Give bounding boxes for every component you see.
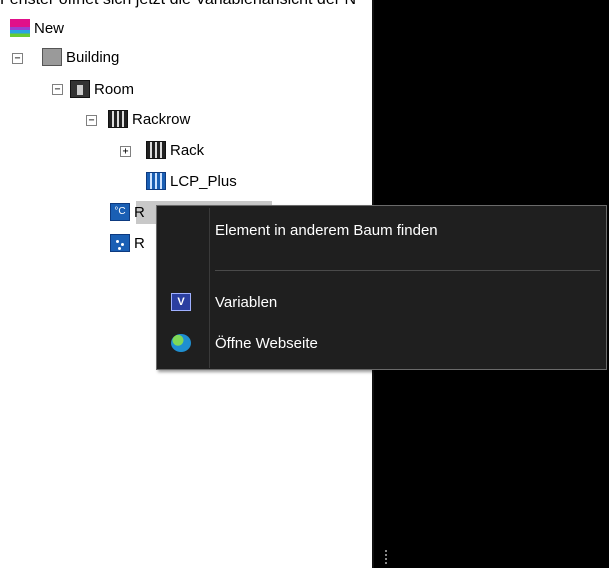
tree-node-rack[interactable]: Rack	[146, 139, 204, 161]
tree-node-label: Rack	[170, 141, 205, 159]
tree-node-label: Building	[66, 48, 120, 66]
tree-node-rackrow[interactable]: Rackrow	[108, 108, 190, 130]
tree-node-room[interactable]: Room	[70, 78, 134, 100]
variables-icon: V	[171, 293, 191, 311]
menu-item-label: Variablen	[215, 293, 278, 311]
tree-node-label: New	[34, 19, 65, 37]
tree-node-label: R	[134, 234, 145, 252]
tree-node-label: LCP_Plus	[170, 172, 237, 190]
collapse-room-toggle[interactable]: −	[52, 84, 63, 95]
menu-item-label: Element in anderem Baum finden	[215, 221, 438, 239]
splitter-grip[interactable]	[385, 550, 387, 564]
rack-icon	[146, 141, 166, 159]
tree-node-label: Rackrow	[132, 110, 191, 128]
building-icon	[42, 48, 62, 66]
expand-rack-toggle[interactable]: +	[120, 146, 131, 157]
rackrow-icon	[108, 110, 128, 128]
collapse-rackrow-toggle[interactable]: −	[86, 115, 97, 126]
humidity-sensor-icon	[110, 234, 130, 252]
tree-node-humidity-sensor[interactable]: R	[110, 232, 145, 254]
tree-node-label: R	[134, 203, 145, 221]
context-menu: Element in anderem Baum finden V Variabl…	[156, 205, 607, 370]
tree-node-building[interactable]: Building	[42, 46, 119, 68]
menu-item-find-in-other-tree[interactable]: Element in anderem Baum finden	[157, 214, 606, 246]
menu-separator	[215, 270, 600, 271]
globe-icon	[171, 334, 191, 352]
collapse-building-toggle[interactable]: −	[12, 53, 23, 64]
caption-text: Fenster öffnet sich jetzt die Variablena…	[0, 0, 609, 8]
tree-node-new[interactable]: New	[10, 17, 64, 39]
tree-node-temperature-sensor[interactable]: °C R	[110, 201, 145, 223]
new-icon	[10, 19, 30, 37]
menu-item-variables[interactable]: V Variablen	[157, 286, 606, 318]
tree-node-lcp-plus[interactable]: LCP_Plus	[146, 170, 237, 192]
lcp-icon	[146, 172, 166, 190]
room-icon	[70, 80, 90, 98]
menu-item-open-website[interactable]: Öffne Webseite	[157, 327, 606, 359]
temperature-sensor-icon: °C	[110, 203, 130, 221]
menu-item-label: Öffne Webseite	[215, 334, 318, 352]
tree-node-label: Room	[94, 80, 135, 98]
